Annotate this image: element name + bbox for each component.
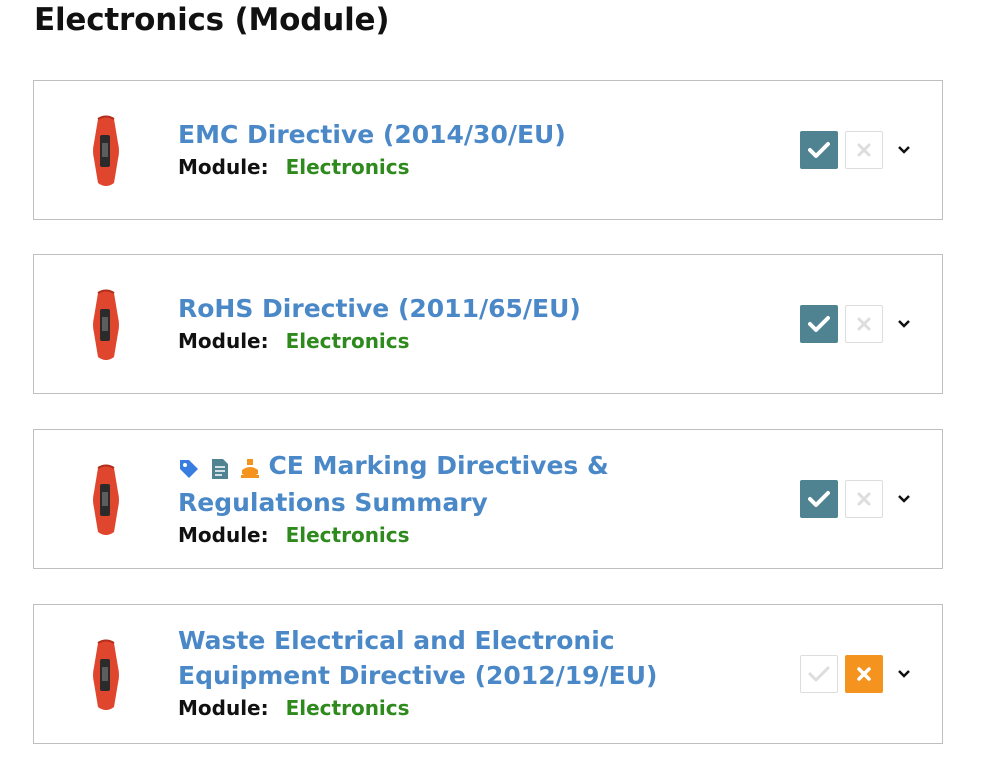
- list-item: CE Marking Directives & Regulations Summ…: [33, 429, 943, 569]
- close-icon: [857, 317, 871, 331]
- list-item: RoHS Directive (2011/65/EU) Module: Elec…: [33, 254, 943, 394]
- document-icon: [211, 459, 228, 479]
- close-icon: [857, 143, 871, 157]
- product-thumbnail: [86, 462, 126, 538]
- reject-button[interactable]: [845, 305, 883, 343]
- product-thumbnail: [86, 113, 126, 189]
- chevron-down-icon: [898, 670, 910, 678]
- reject-button[interactable]: [845, 131, 883, 169]
- reject-button[interactable]: [845, 655, 883, 693]
- approve-button[interactable]: [800, 305, 838, 343]
- check-icon: [808, 666, 830, 682]
- expand-toggle[interactable]: [892, 138, 916, 162]
- module-value: Electronics: [285, 696, 410, 720]
- approve-button[interactable]: [800, 655, 838, 693]
- tag-icon: [180, 460, 198, 478]
- product-thumbnail: [86, 637, 126, 713]
- reject-button[interactable]: [845, 480, 883, 518]
- chevron-down-icon: [898, 495, 910, 503]
- page-title: Electronics (Module): [34, 2, 390, 38]
- check-icon: [808, 316, 830, 332]
- expand-toggle[interactable]: [892, 487, 916, 511]
- item-title-link[interactable]: Waste Electrical and Electronic Equipmen…: [178, 623, 712, 693]
- module-label: Module:: [178, 155, 269, 179]
- close-icon: [857, 492, 871, 506]
- close-icon: [857, 667, 871, 681]
- module-value: Electronics: [285, 523, 410, 547]
- check-icon: [808, 491, 830, 507]
- item-title-link[interactable]: EMC Directive (2014/30/EU): [178, 117, 712, 152]
- expand-toggle[interactable]: [892, 312, 916, 336]
- flask-icon: [241, 459, 260, 478]
- item-title-link[interactable]: RoHS Directive (2011/65/EU): [178, 291, 712, 326]
- list-item: EMC Directive (2014/30/EU) Module: Elect…: [33, 80, 943, 220]
- module-label: Module:: [178, 696, 269, 720]
- module-value: Electronics: [285, 155, 410, 179]
- chevron-down-icon: [898, 146, 910, 154]
- module-value: Electronics: [285, 329, 410, 353]
- approve-button[interactable]: [800, 480, 838, 518]
- approve-button[interactable]: [800, 131, 838, 169]
- check-icon: [808, 142, 830, 158]
- chevron-down-icon: [898, 320, 910, 328]
- module-label: Module:: [178, 329, 269, 353]
- list-item: Waste Electrical and Electronic Equipmen…: [33, 604, 943, 744]
- expand-toggle[interactable]: [892, 662, 916, 686]
- module-label: Module:: [178, 523, 269, 547]
- product-thumbnail: [86, 287, 126, 363]
